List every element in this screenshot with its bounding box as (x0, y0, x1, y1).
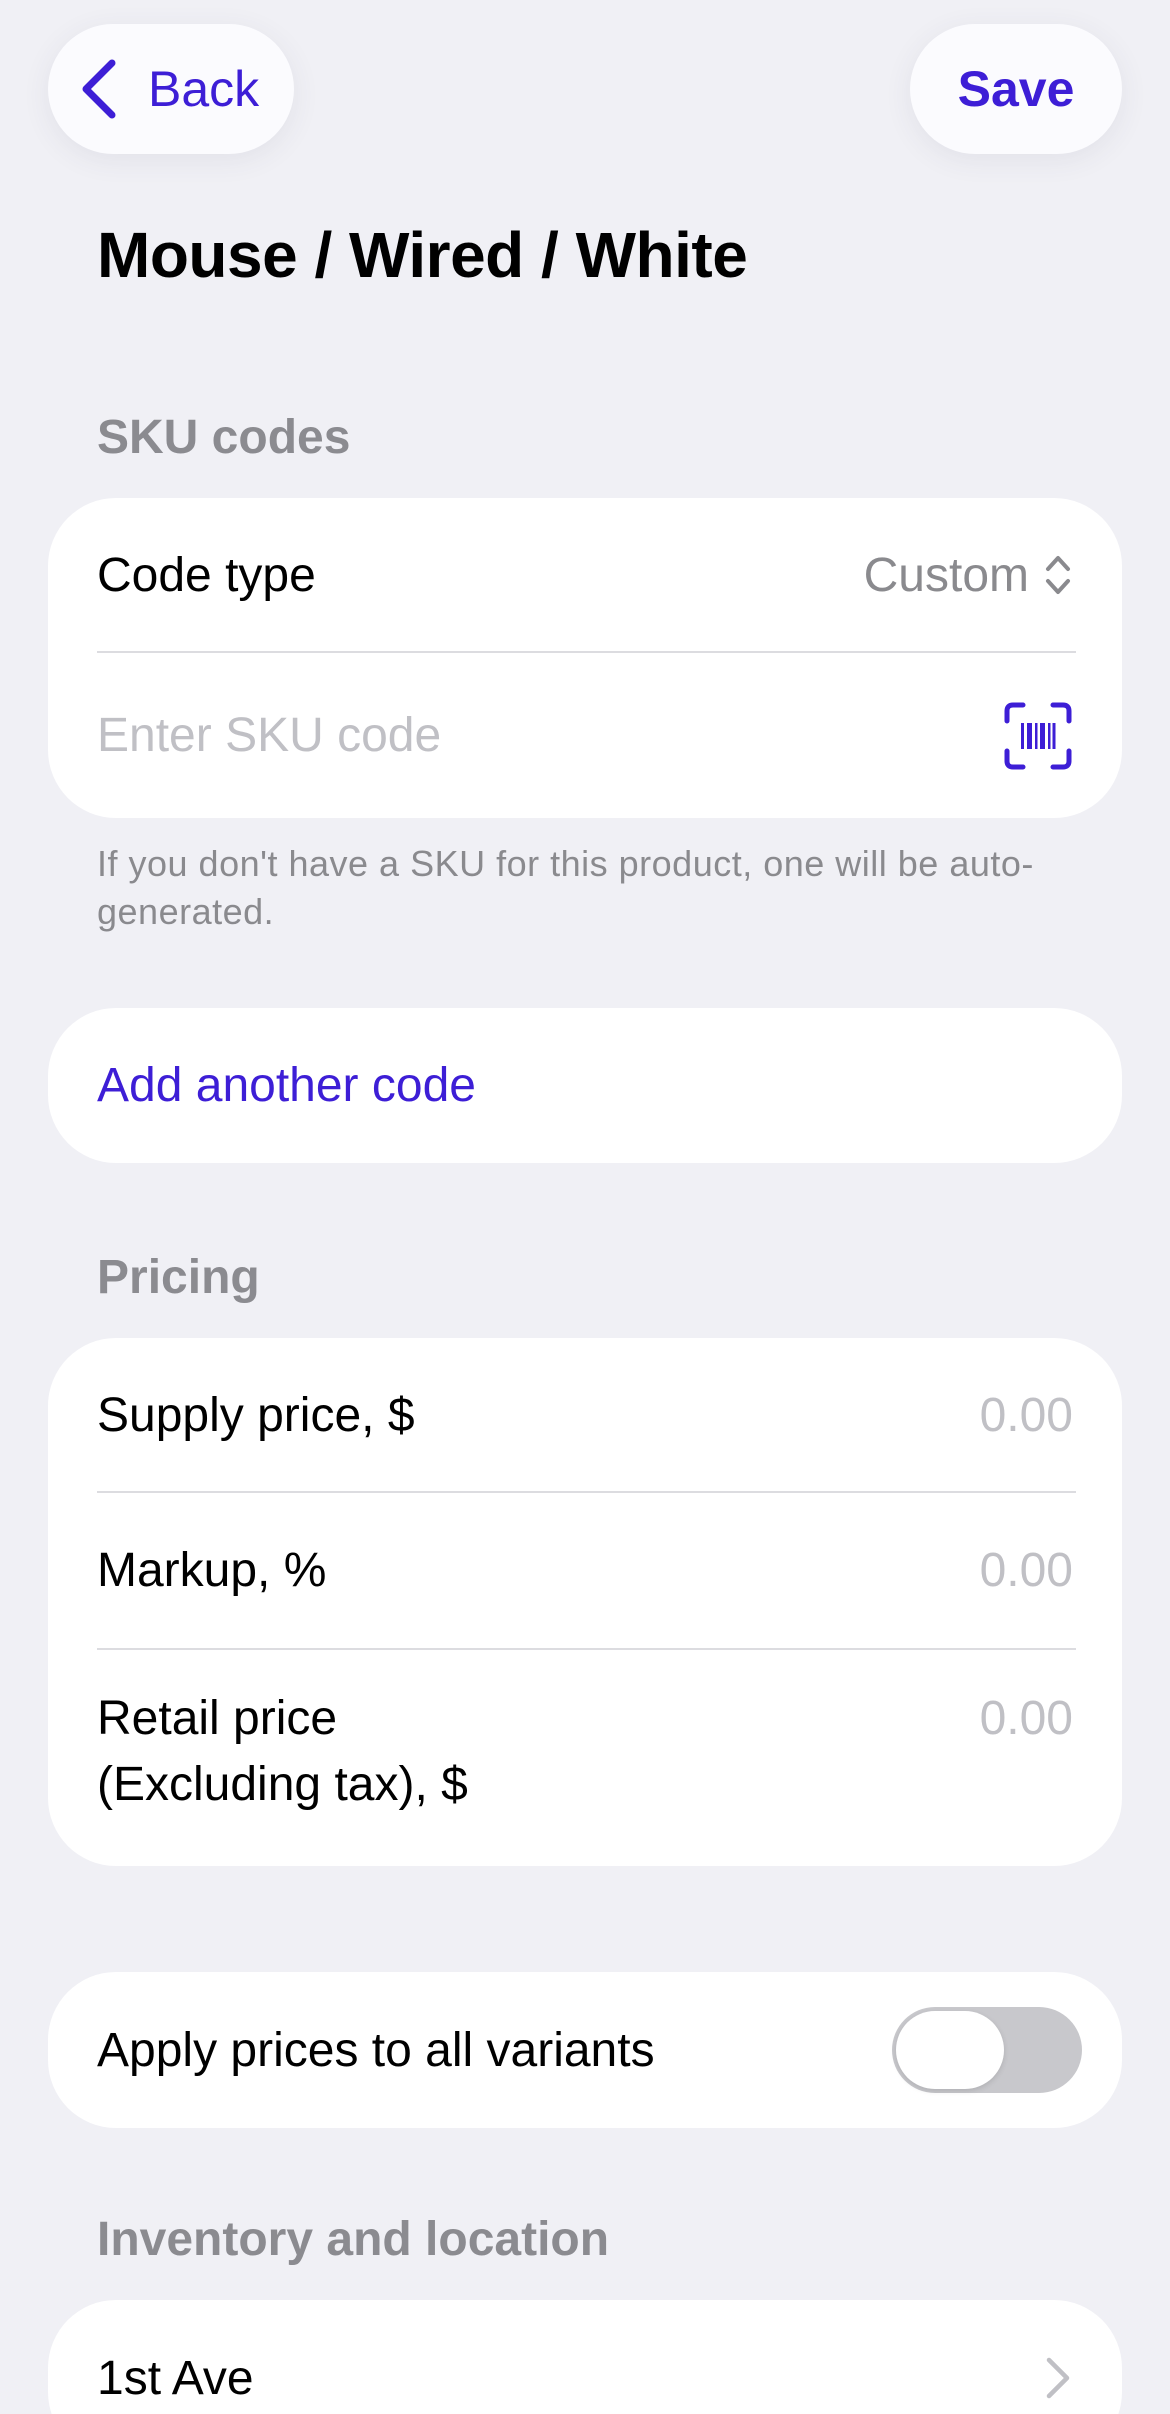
edit-variant-screen: Back Save Mouse / Wired / White SKU code… (0, 0, 1170, 2414)
save-button[interactable]: Save (910, 24, 1122, 154)
code-type-picker[interactable]: Custom (864, 548, 1073, 603)
barcode-scan-icon[interactable] (1003, 701, 1073, 771)
code-type-value: Custom (863, 548, 1029, 602)
back-button[interactable]: Back (48, 24, 294, 154)
back-label: Back (148, 61, 260, 117)
inventory-card: 1st Ave (48, 2300, 1122, 2414)
markup-row[interactable]: Markup, % 0.00 (97, 1493, 1073, 1648)
location-label: 1st Ave (97, 2351, 254, 2405)
pricing-card: Supply price, $ 0.00 Markup, % 0.00 Reta… (48, 1338, 1122, 1866)
sku-helper-text: If you don't have a SKU for this product… (97, 843, 1034, 932)
add-another-code-link[interactable]: Add another code (97, 1058, 476, 1113)
apply-prices-card: Apply prices to all variants (48, 1972, 1122, 2128)
sku-code-row: Enter SKU code (97, 653, 1073, 818)
retail-price-row[interactable]: Retail price (Excluding tax), $ 0.00 (97, 1650, 1073, 1866)
chevron-left-icon (82, 59, 116, 119)
chevron-right-icon (1046, 2357, 1070, 2399)
pricing-section-label: Pricing (97, 1251, 260, 1304)
retail-price-label-line1: Retail price (97, 1692, 338, 1745)
code-type-label: Code type (97, 548, 316, 602)
supply-price-label: Supply price, $ (97, 1388, 415, 1442)
page-title: Mouse / Wired / White (97, 219, 748, 291)
chevron-up-down-icon (1046, 556, 1070, 594)
apply-prices-row: Apply prices to all variants (97, 1972, 1082, 2128)
supply-price-input[interactable]: 0.00 (980, 1388, 1073, 1443)
add-code-card[interactable]: Add another code (48, 1008, 1122, 1163)
markup-label: Markup, % (97, 1544, 327, 1597)
supply-price-row[interactable]: Supply price, $ 0.00 (97, 1338, 1073, 1492)
sku-code-input[interactable]: Enter SKU code (97, 708, 441, 763)
apply-prices-toggle[interactable] (892, 2007, 1082, 2093)
retail-price-input[interactable]: 0.00 (980, 1686, 1073, 1752)
location-row[interactable]: 1st Ave (97, 2300, 1073, 2414)
retail-price-label: Retail price (Excluding tax), $ (97, 1686, 468, 1818)
add-code-row[interactable]: Add another code (97, 1008, 1073, 1163)
apply-prices-label: Apply prices to all variants (97, 2023, 655, 2077)
retail-price-label-line2: (Excluding tax), $ (97, 1758, 468, 1811)
markup-input[interactable]: 0.00 (980, 1543, 1073, 1598)
toggle-knob (896, 2011, 1004, 2089)
sku-card: Code type Custom Enter SKU code (48, 498, 1122, 818)
inventory-section-label: Inventory and location (97, 2213, 610, 2266)
sku-section-label: SKU codes (97, 411, 351, 464)
code-type-row[interactable]: Code type Custom (97, 498, 1073, 652)
